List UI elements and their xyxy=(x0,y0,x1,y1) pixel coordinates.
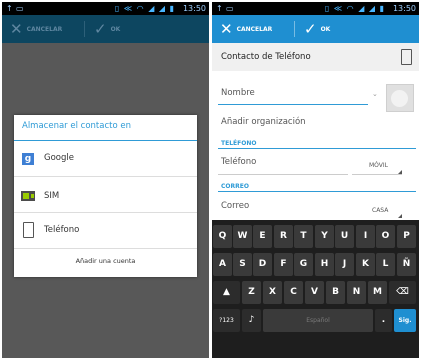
key-x[interactable]: X xyxy=(263,281,282,304)
dropdown-corner-icon xyxy=(398,214,402,218)
dropdown-corner-icon xyxy=(398,170,402,174)
microphone-key[interactable]: ♪ xyxy=(242,309,261,332)
dialog-title: Almacenar el contacto en xyxy=(22,121,131,131)
ok-label: OK xyxy=(320,25,331,33)
usb-icon: ↑ xyxy=(216,4,223,13)
key-o[interactable]: O xyxy=(376,225,395,248)
screenshot-icon: ▭ xyxy=(16,4,24,13)
key-n[interactable]: N xyxy=(347,281,366,304)
chevron-down-icon[interactable]: ⌄ xyxy=(372,90,378,98)
email-type-selector[interactable]: CASA xyxy=(372,207,388,214)
key-z[interactable]: Z xyxy=(242,281,261,304)
key-m[interactable]: M xyxy=(368,281,387,304)
option-label: Teléfono xyxy=(44,225,80,235)
account-option-phone[interactable]: Teléfono xyxy=(14,213,197,249)
account-label: Contacto de Teléfono xyxy=(221,52,311,62)
cancel-button[interactable]: ✕ CANCELAR xyxy=(220,15,272,43)
close-icon: ✕ xyxy=(10,20,23,38)
key-b[interactable]: B xyxy=(326,281,345,304)
sim-card-icon xyxy=(21,191,35,201)
key-p[interactable]: P xyxy=(397,225,416,248)
action-divider xyxy=(84,21,85,37)
email-section-title: CORREO xyxy=(221,183,249,190)
key-y[interactable]: Y xyxy=(315,225,334,248)
key-l[interactable]: L xyxy=(376,253,395,276)
key-d[interactable]: D xyxy=(253,253,272,276)
status-icons: ▯ ≪ ◠ ◢ ◢ ▮ xyxy=(324,4,385,13)
email-section-divider xyxy=(218,191,416,192)
name-underline xyxy=(218,104,368,105)
soft-keyboard: Q W E R T Y U I O P A S D F G H J K L Ñ … xyxy=(212,220,419,358)
period-key[interactable]: . xyxy=(375,309,392,332)
key-e[interactable]: E xyxy=(253,225,272,248)
next-key[interactable]: Sig. xyxy=(394,309,416,332)
key-u[interactable]: U xyxy=(335,225,354,248)
ok-button[interactable]: ✓ OK xyxy=(304,15,330,43)
contact-photo[interactable] xyxy=(386,84,414,112)
check-icon: ✓ xyxy=(304,20,317,38)
status-bar: ↑ ▭ ▯ ≪ ◠ ◢ ◢ ▮ 13:50 xyxy=(212,2,419,15)
action-bar: ✕ CANCELAR ✓ OK xyxy=(212,15,419,43)
key-v[interactable]: V xyxy=(305,281,324,304)
phone-section-title: TELÉFONO xyxy=(221,140,257,147)
phone-type-selector[interactable]: MÓVIL xyxy=(369,162,388,169)
key-w[interactable]: W xyxy=(233,225,252,248)
store-contact-dialog: Almacenar el contacto en g Google SIM Te… xyxy=(14,115,197,277)
shift-icon: ▲ xyxy=(223,287,230,297)
backspace-icon: ⌫ xyxy=(396,287,409,297)
phone-section-divider xyxy=(218,148,416,149)
option-label: Google xyxy=(44,153,74,163)
phone-underline xyxy=(218,174,348,175)
action-divider xyxy=(294,21,295,37)
name-input[interactable]: Nombre xyxy=(221,88,255,98)
left-screen: ↑ ▭ ▯ ≪ ◠ ◢ ◢ ▮ 13:50 ✕ CANCELAR ✓ OK Al… xyxy=(2,2,209,358)
cancel-label: CANCELAR xyxy=(236,25,273,33)
key-t[interactable]: T xyxy=(294,225,313,248)
key-i[interactable]: I xyxy=(356,225,375,248)
action-bar: ✕ CANCELAR ✓ OK xyxy=(2,15,209,43)
account-selector[interactable]: Contacto de Teléfono xyxy=(212,43,419,71)
account-option-google[interactable]: g Google xyxy=(14,141,197,177)
phone-type-underline xyxy=(352,174,402,175)
ok-label: OK xyxy=(110,25,121,33)
clock: 13:50 xyxy=(392,4,416,13)
account-option-sim[interactable]: SIM xyxy=(14,177,197,213)
status-bar: ↑ ▭ ▯ ≪ ◠ ◢ ◢ ▮ 13:50 xyxy=(2,2,209,15)
option-label: SIM xyxy=(44,191,60,201)
key-g[interactable]: G xyxy=(294,253,313,276)
cancel-button[interactable]: ✕ CANCELAR xyxy=(10,15,62,43)
shift-key[interactable]: ▲ xyxy=(213,281,240,304)
cancel-label: CANCELAR xyxy=(26,25,63,33)
key-h[interactable]: H xyxy=(315,253,334,276)
close-icon: ✕ xyxy=(220,20,233,38)
key-r[interactable]: R xyxy=(274,225,293,248)
google-icon: g xyxy=(22,153,34,165)
ok-button[interactable]: ✓ OK xyxy=(94,15,120,43)
email-input[interactable]: Correo xyxy=(221,201,249,211)
key-j[interactable]: J xyxy=(335,253,354,276)
usb-icon: ↑ xyxy=(6,4,13,13)
status-icons: ▯ ≪ ◠ ◢ ◢ ▮ xyxy=(114,4,175,13)
backspace-key[interactable]: ⌫ xyxy=(389,281,416,304)
key-q[interactable]: Q xyxy=(213,225,232,248)
key-k[interactable]: K xyxy=(356,253,375,276)
space-key[interactable]: Español xyxy=(263,309,373,332)
key-c[interactable]: C xyxy=(284,281,303,304)
key-f[interactable]: F xyxy=(274,253,293,276)
key-a[interactable]: A xyxy=(213,253,232,276)
microphone-icon: ♪ xyxy=(248,315,255,325)
check-icon: ✓ xyxy=(94,20,107,38)
right-screen: ↑ ▭ ▯ ≪ ◠ ◢ ◢ ▮ 13:50 ✕ CANCELAR ✓ OK Co… xyxy=(212,2,419,358)
symbols-key[interactable]: ?123 xyxy=(213,309,240,332)
add-account-button[interactable]: Añadir una cuenta xyxy=(14,257,197,265)
key-enye[interactable]: Ñ xyxy=(397,253,416,276)
add-organization-link[interactable]: Añadir organización xyxy=(221,117,306,127)
phone-input[interactable]: Teléfono xyxy=(221,157,256,167)
screenshot-icon: ▭ xyxy=(226,4,234,13)
phone-icon xyxy=(23,222,34,238)
clock: 13:50 xyxy=(182,4,206,13)
phone-icon xyxy=(401,49,412,65)
key-s[interactable]: S xyxy=(233,253,252,276)
